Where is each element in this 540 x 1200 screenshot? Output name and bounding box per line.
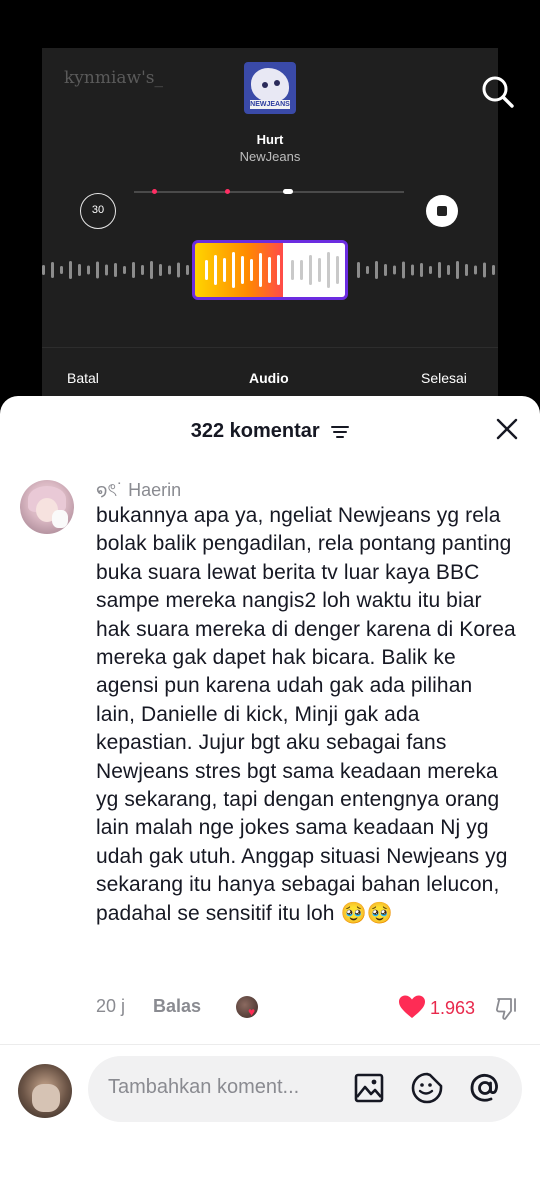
waveform-bar [447,265,450,275]
comment-input-placeholder: Tambahkan koment... [108,1076,300,1098]
mention-icon[interactable] [468,1071,502,1105]
my-avatar [18,1064,72,1118]
album-cover: NEWJEANS [244,62,296,114]
waveform-bar [277,255,280,285]
waveform-bar [205,260,208,280]
song-title: Hurt [256,132,284,147]
waveform-bar [214,255,217,285]
waveform-bar [51,262,54,278]
waveform-bar [141,265,144,275]
audio-clip-selector[interactable] [192,240,348,300]
waveform-bar [336,256,339,284]
waveform-bar [150,261,153,279]
like-count: 1.963 [430,998,476,1018]
cancel-button[interactable]: Batal [67,370,99,386]
waveform-bar [465,264,468,276]
comment-input[interactable]: Tambahkan koment... [88,1056,522,1122]
waveform-bar [429,266,432,274]
comments-count: 322 komentar [190,420,320,442]
waveform-bar [300,260,303,280]
waveform-bar [327,252,330,288]
waveform-bar [69,261,72,279]
waveform-bar [259,253,262,287]
dislike-icon[interactable] [494,996,520,1022]
waveform-bar [223,258,226,282]
waveform-bar [411,264,414,276]
waveform-bar [132,262,135,278]
timer-30-button[interactable]: 30 [80,193,116,229]
waveform-bar [177,262,180,278]
divider [42,347,498,348]
audio-track-line [134,191,404,193]
waveform-bar [357,262,360,278]
waveform-bar [232,252,235,288]
waveform-bar [291,260,294,280]
waveform-bar [483,262,486,278]
waveform-bar [123,266,126,274]
waveform-bar [60,266,63,274]
image-icon[interactable] [352,1071,386,1105]
waveform-bar [241,256,244,284]
track-marker [225,189,230,194]
waveform-bar [78,264,81,276]
comment-text: bukannya apa ya, ngeliat Newjeans yg rel… [96,504,516,925]
creator-liked-badge: ♥ [236,996,260,1020]
waveform-bar [393,265,396,275]
waveform-bar [366,266,369,274]
divider [0,1044,540,1045]
album-cover-tag: NEWJEANS [250,100,290,109]
waveform-bar [186,265,189,275]
waveform-bar [402,261,405,279]
waveform-bar [384,264,387,276]
waveform-bar [168,265,171,275]
track-playhead[interactable] [283,189,293,194]
reply-button[interactable]: Balas [153,996,201,1017]
emoji-icon[interactable] [410,1071,444,1105]
waveform-bar [309,255,312,285]
waveform-bar [159,264,162,276]
tab-audio[interactable]: Audio [249,370,289,386]
watermark: kynmiaw's_ [64,68,163,88]
waveform-bar [87,265,90,275]
waveform-bar [114,263,117,277]
close-icon[interactable] [494,416,520,442]
filter-icon[interactable] [331,424,350,440]
waveform-bar [375,261,378,279]
waveform-bar [492,265,495,275]
done-button[interactable]: Selesai [421,370,467,386]
waveform-bar [318,258,321,282]
waveform-bar [42,265,45,275]
song-artist: NewJeans [239,149,301,164]
search-icon[interactable] [478,72,518,112]
audio-editor: kynmiaw's_ NEWJEANS Hurt NewJeans 30 Bat… [42,48,498,400]
waveform-bar [105,264,108,276]
waveform-bar [456,261,459,279]
waveform-bar [438,262,441,278]
waveform-bar [474,265,477,275]
track-marker [152,189,157,194]
comments-header: 322 komentar [0,420,540,443]
comments-sheet: 322 komentar ໑ৎ˙ Haerin bukannya apa ya,… [0,396,540,1200]
waveform-bar [96,261,99,279]
waveform-bar [420,263,423,277]
stop-icon[interactable] [426,195,458,227]
comment-time: 20 j [96,996,126,1016]
avatar[interactable] [20,480,74,534]
waveform-bar [268,257,271,283]
waveform-bar [250,259,253,281]
heart-icon[interactable] [398,994,426,1020]
